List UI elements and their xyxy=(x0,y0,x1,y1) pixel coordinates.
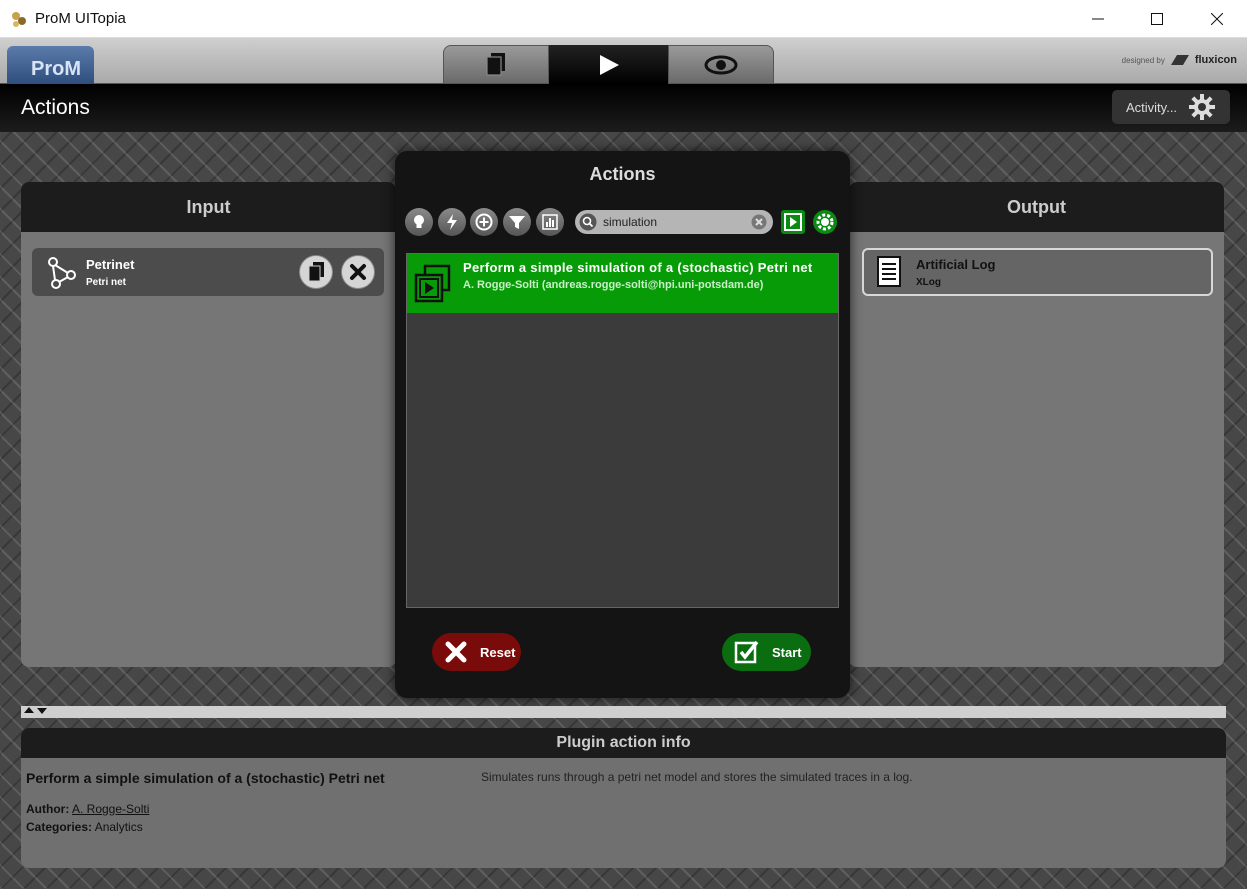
categories-label: Categories: xyxy=(26,820,93,834)
prom-app-icon xyxy=(12,12,26,27)
search-input[interactable] xyxy=(603,215,751,229)
plugin-meta: Author: A. Rogge-Solti Categories: Analy… xyxy=(26,800,149,836)
remove-input-button[interactable] xyxy=(342,256,374,288)
window-titlebar: ProM UITopia xyxy=(0,0,1247,38)
fluxicon-logo-icon xyxy=(1170,55,1189,65)
output-item-type: XLog xyxy=(916,276,941,288)
workspace-icon xyxy=(486,52,505,76)
categories-value: Analytics xyxy=(94,820,143,834)
filter-add-button[interactable] xyxy=(470,208,498,236)
tab-actions[interactable] xyxy=(549,45,668,84)
gear-icon xyxy=(1189,94,1216,120)
activity-label: Activity... xyxy=(1126,99,1178,115)
action-results-list[interactable]: Perform a simple simulation of a (stocha… xyxy=(406,253,839,608)
show-plugins-button[interactable] xyxy=(811,208,839,236)
action-result-author: A. Rogge-Solti (andreas.rogge-solti@hpi.… xyxy=(463,279,764,291)
splitter-arrows-icon[interactable] xyxy=(23,706,49,716)
output-item-name: Artificial Log xyxy=(916,256,996,272)
author-link[interactable]: A. Rogge-Solti xyxy=(72,802,149,816)
plugin-description: Simulates runs through a petri net model… xyxy=(481,770,913,784)
activity-button[interactable]: Activity... xyxy=(1112,90,1230,124)
start-button[interactable]: Start xyxy=(722,633,811,671)
x-icon xyxy=(445,641,467,663)
tab-workspace[interactable] xyxy=(443,45,549,84)
close-icon xyxy=(350,264,366,280)
close-window-button[interactable] xyxy=(1187,0,1247,38)
checkbox-check-icon xyxy=(734,640,759,664)
designed-by-text: designed by xyxy=(1121,55,1165,65)
plugin-name: Perform a simple simulation of a (stocha… xyxy=(26,770,385,786)
show-visualizers-button[interactable] xyxy=(779,208,807,236)
bar-chart-icon xyxy=(542,214,558,230)
gear-play-icon xyxy=(813,210,837,234)
output-panel-title: Output xyxy=(849,182,1224,232)
lightbulb-icon xyxy=(414,215,424,228)
copy-icon xyxy=(308,262,324,282)
start-label: Start xyxy=(772,644,802,660)
minimize-icon xyxy=(1092,18,1104,20)
tab-views[interactable] xyxy=(668,45,774,84)
actions-dialog: Actions Perform a simple simulation of a… xyxy=(395,151,850,698)
action-result-title: Perform a simple simulation of a (stocha… xyxy=(463,260,813,275)
maximize-button[interactable] xyxy=(1127,0,1187,38)
petri-net-icon xyxy=(48,257,76,289)
filter-funnel-button[interactable] xyxy=(503,208,531,236)
filter-suggestions-button[interactable] xyxy=(405,208,433,236)
search-field[interactable] xyxy=(575,210,773,234)
actions-dialog-title: Actions xyxy=(589,164,656,184)
plugin-info-title: Plugin action info xyxy=(21,728,1226,758)
author-label: Author: xyxy=(26,802,70,816)
input-item-name: Petrinet xyxy=(86,256,135,272)
reset-label: Reset xyxy=(480,644,516,660)
plugin-info-panel: Plugin action info Perform a simple simu… xyxy=(21,728,1226,868)
actions-header-bar: Actions xyxy=(0,84,1247,132)
output-item-artificial-log[interactable]: Artificial Log XLog xyxy=(862,248,1213,296)
input-panel-title: Input xyxy=(21,182,396,232)
prom-logo: ProM xyxy=(7,46,94,84)
plus-circle-icon xyxy=(475,213,493,231)
filter-quick-button[interactable] xyxy=(438,208,466,236)
maximize-icon xyxy=(1151,13,1163,25)
eye-icon xyxy=(704,55,738,74)
document-icon xyxy=(877,256,901,287)
top-navigation-bar: ProM designed by fluxicon xyxy=(0,38,1247,84)
minimize-button[interactable] xyxy=(1068,0,1128,38)
reset-button[interactable]: Reset xyxy=(432,633,521,671)
play-square-icon xyxy=(781,210,805,234)
window-title: ProM UITopia xyxy=(35,10,126,27)
search-icon xyxy=(579,213,597,231)
input-item-type: Petri net xyxy=(86,276,127,288)
panel-splitter[interactable] xyxy=(21,706,1226,718)
close-icon xyxy=(1211,13,1223,25)
page-title: Actions xyxy=(21,96,90,119)
filter-analytics-button[interactable] xyxy=(536,208,564,236)
funnel-icon xyxy=(509,216,525,229)
action-result-item[interactable]: Perform a simple simulation of a (stocha… xyxy=(407,254,838,313)
lightning-icon xyxy=(447,214,457,230)
action-plugin-icon xyxy=(414,264,451,303)
play-icon xyxy=(599,54,619,75)
designed-by-credit: designed by fluxicon xyxy=(1122,54,1237,66)
clear-search-icon[interactable] xyxy=(751,214,767,230)
fluxicon-brand: fluxicon xyxy=(1194,54,1237,66)
copy-input-button[interactable] xyxy=(300,256,332,288)
